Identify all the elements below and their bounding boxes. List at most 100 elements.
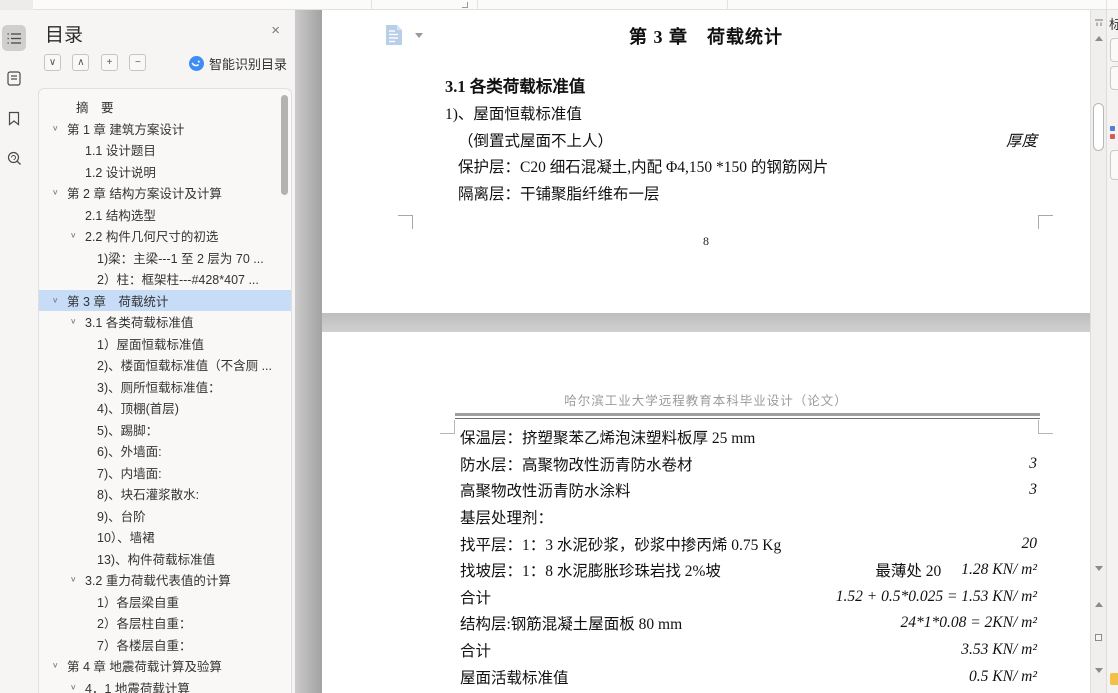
expand-node-button[interactable]: +: [100, 54, 118, 71]
toc-list-icon: [7, 32, 22, 45]
left-rail: [0, 10, 28, 693]
toc-item-label: 4．1 地震荷载计算: [85, 681, 190, 693]
chevron-down-icon[interactable]: ∨: [70, 575, 85, 584]
toc-item-label: 1)梁：主梁---1 至 2 层为 70 ...: [97, 251, 264, 266]
corner-mark: [398, 215, 413, 229]
chevron-down-icon[interactable]: ∨: [52, 188, 67, 197]
toc-item[interactable]: ∨1）屋面恒载标准值: [39, 333, 291, 355]
toc-item[interactable]: ∨ 第 3 章 荷载统计: [39, 289, 291, 311]
toc-item[interactable]: ∨ 第 2 章 结构方案设计及计算: [39, 182, 291, 204]
toc-item[interactable]: ∨13)、构件荷载标准值: [39, 548, 291, 570]
toc-scrollbar-thumb[interactable]: [281, 95, 288, 195]
vertical-scrollbar[interactable]: [1090, 10, 1106, 693]
toc-item[interactable]: ∨2)、楼面恒载标准值（不含厕 ...: [39, 354, 291, 376]
doc-line: 1)、屋面恒载标准值: [445, 100, 1037, 127]
expand-all-button[interactable]: ∧: [72, 54, 90, 71]
doc-line-text: 高聚物改性沥青防水涂料: [460, 483, 631, 501]
doc-line: 保护层：C20 细石混凝土,内配 Φ4,150 *150 的钢筋网片: [445, 153, 1037, 180]
fit-width-icon[interactable]: [1094, 15, 1104, 33]
clipped-tool-button[interactable]: [1110, 66, 1118, 90]
pdf-page-8[interactable]: 第 3 章 荷载统计 3.1 各类荷载标准值 1)、屋面恒载标准值 （倒置式屋面不…: [322, 10, 1090, 313]
toc-item-label: 7）各楼层自重：: [97, 638, 192, 653]
clipped-tool-button[interactable]: [1110, 150, 1118, 180]
chevron-down-icon[interactable]: ∨: [70, 317, 85, 326]
toc-item[interactable]: ∨2.1 结构选型: [39, 204, 291, 226]
toc-item[interactable]: ∨7）各楼层自重：: [39, 634, 291, 656]
toc-item[interactable]: ∨2）各层柱自重：: [39, 612, 291, 634]
chevron-down-icon[interactable]: ∨: [70, 231, 85, 240]
toc-item[interactable]: ∨5)、踢脚：: [39, 419, 291, 441]
toc-item[interactable]: ∨1）各层梁自重: [39, 591, 291, 613]
scroll-up-icon[interactable]: [1095, 36, 1103, 41]
toc-item-label: 2）各层柱自重：: [97, 617, 192, 632]
doc-line: 屋面活载标准值 0.5 KN/ m²: [460, 663, 1037, 690]
toc-item-label: 9)、台阶: [97, 509, 146, 524]
toc-item[interactable]: ∨4)、顶棚(首层): [39, 397, 291, 419]
doc-line: 防水层：高聚物改性沥青防水卷材 3: [460, 451, 1037, 478]
ai-assistant-icon: [188, 55, 204, 71]
page-indicator-box[interactable]: [1095, 634, 1102, 641]
collapse-node-button[interactable]: −: [129, 54, 147, 71]
toc-item[interactable]: ∨1.2 设计说明: [39, 161, 291, 183]
previous-page-icon[interactable]: [1095, 602, 1103, 607]
toc-item-label: 5)、踢脚：: [97, 423, 159, 438]
collapse-all-button[interactable]: ∨: [44, 54, 61, 71]
document-canvas[interactable]: 第 3 章 荷载统计 3.1 各类荷载标准值 1)、屋面恒载标准值 （倒置式屋面不…: [295, 10, 1090, 693]
toc-item[interactable]: ∨ 第 4 章 地震荷载计算及验算: [39, 655, 291, 677]
doc-line: 合计 1.52 + 0.5*0.025 = 1.53 KN/ m²: [460, 584, 1037, 611]
doc-line-value: 0.5 KN/ m²: [969, 667, 1037, 685]
toc-item[interactable]: ∨摘 要: [39, 96, 291, 118]
toc-item[interactable]: ∨3)、厕所恒载标准值：: [39, 376, 291, 398]
doc-line-value: 24*1*0.08 = 2KN/ m²: [900, 614, 1037, 632]
search-icon: [7, 151, 22, 166]
chevron-down-icon[interactable]: ∨: [52, 661, 67, 670]
toolbar-divider: [371, 0, 372, 10]
toc-item-label: 3.2 重力荷载代表值的计算: [85, 574, 231, 589]
toc-item[interactable]: ∨ 3.1 各类荷载标准值: [39, 311, 291, 333]
toc-item[interactable]: ∨1)梁：主梁---1 至 2 层为 70 ...: [39, 247, 291, 269]
search-panel-button[interactable]: [2, 145, 26, 171]
toc-item[interactable]: ∨2）柱：框架柱---#428*407 ...: [39, 268, 291, 290]
doc-line-text: 找坡层：1：8 水泥膨胀珍珠岩找 2%坡: [460, 563, 721, 581]
toc-item[interactable]: ∨ 3.2 重力荷载代表值的计算: [39, 569, 291, 591]
chevron-down-icon[interactable]: ∨: [52, 124, 67, 133]
toolbar-divider: [1106, 0, 1107, 10]
doc-line-text: 合计: [460, 589, 492, 607]
toc-item[interactable]: ∨ 第 1 章 建筑方案设计: [39, 118, 291, 140]
toc-item[interactable]: ∨6)、外墙面:: [39, 440, 291, 462]
clipped-tool-button[interactable]: [1110, 38, 1118, 62]
toc-item-label: 10）、墙裙: [97, 531, 155, 546]
page-shadow-gutter: [295, 10, 322, 693]
doc-line-text: 防水层：高聚物改性沥青防水卷材: [460, 456, 693, 474]
toc-item[interactable]: ∨7)、内墙面:: [39, 462, 291, 484]
chevron-down-icon[interactable]: ∨: [52, 296, 67, 305]
page-number: 8: [703, 234, 709, 248]
toc-item[interactable]: ∨9)、台阶: [39, 505, 291, 527]
clipped-highlighter-icon[interactable]: [1110, 673, 1118, 685]
doc-line-value: 1.52 + 0.5*0.025 = 1.53 KN/ m²: [835, 587, 1037, 605]
smart-toc-button[interactable]: 智能识别目录: [188, 54, 287, 72]
toc-item-label: 4)、顶棚(首层): [97, 402, 179, 417]
toc-item-label: 13)、构件荷载标准值: [97, 552, 216, 567]
bookmarks-panel-button[interactable]: [2, 105, 26, 131]
toc-item-label: 1）各层梁自重: [97, 595, 179, 610]
toc-item[interactable]: ∨1.1 设计题目: [39, 139, 291, 161]
scrollbar-thumb[interactable]: [1093, 103, 1104, 151]
toc-panel-button[interactable]: [2, 25, 26, 51]
toc-item-label: 摘 要: [76, 101, 114, 116]
toc-item[interactable]: ∨ 4．1 地震荷载计算: [39, 677, 291, 693]
chevron-down-icon[interactable]: ∨: [70, 683, 85, 692]
annotations-panel-button[interactable]: [2, 65, 26, 91]
toc-item[interactable]: ∨10）、墙裙: [39, 526, 291, 548]
toc-sidebar: 目录 × ∨ ∧ + − 智能识别目录 ∨摘 要∨第 1 章 建筑方案设计∨1.…: [28, 10, 295, 693]
next-page-icon[interactable]: [1095, 668, 1103, 673]
toc-item[interactable]: ∨ 2.2 构件几何尺寸的初选: [39, 225, 291, 247]
close-icon[interactable]: ×: [271, 22, 280, 39]
scroll-down-icon[interactable]: [1095, 566, 1103, 571]
doc-line-text: 隔离层：干铺聚脂纤维布一层: [458, 186, 660, 204]
doc-line-text: 屋面活载标准值: [460, 669, 569, 687]
doc-line: 结构层:钢筋混凝土屋面板 80 mm 24*1*0.08 = 2KN/ m²: [460, 610, 1037, 637]
toc-item-label: 第 4 章 地震荷载计算及验算: [67, 660, 222, 675]
pdf-page-9[interactable]: 哈尔滨工业大学远程教育本科毕业设计（论文） 保温层：挤塑聚苯乙烯泡沫塑料板厚 2…: [322, 332, 1090, 693]
toc-item[interactable]: ∨8)、块石灌浆散水:: [39, 483, 291, 505]
